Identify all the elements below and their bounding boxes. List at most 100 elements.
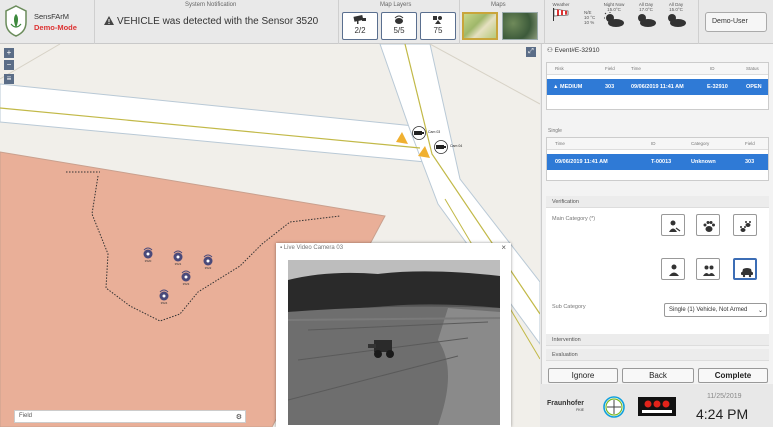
col-header: ID bbox=[651, 141, 656, 146]
camera-label: Cam 03 bbox=[428, 130, 441, 134]
user-menu-button[interactable]: Demo-User bbox=[705, 12, 767, 32]
group-icon bbox=[703, 265, 715, 276]
brand-name: SensFArM bbox=[34, 12, 70, 21]
sensor-label: 3522 bbox=[204, 266, 212, 270]
table-row[interactable]: ▲ MEDIUM 303 09/06/2019 11:41 AM E-32910… bbox=[547, 79, 768, 95]
category-group-button[interactable] bbox=[696, 258, 720, 280]
col-header: Time bbox=[555, 141, 565, 146]
category-person-button[interactable] bbox=[661, 258, 685, 280]
verification-section-header[interactable]: Verification bbox=[546, 196, 769, 208]
intervention-section-header[interactable]: Intervention bbox=[546, 334, 769, 346]
maps-title: Maps bbox=[491, 2, 506, 8]
fraunhofer-logo: Fraunhofer FKIE bbox=[547, 400, 584, 412]
sub-category-select[interactable]: Single (1) Vehicle, Not Armed ⌄ bbox=[664, 303, 767, 317]
camera-label: Cam 04 bbox=[450, 144, 463, 148]
category-animals-button[interactable] bbox=[696, 214, 720, 236]
category-multiple-animals-button[interactable] bbox=[733, 214, 757, 236]
sensor-marker[interactable]: 3523 bbox=[179, 269, 193, 286]
id-cell: T-00013 bbox=[651, 159, 672, 165]
car-icon bbox=[741, 268, 753, 278]
street-map-thumbnail[interactable] bbox=[462, 12, 498, 40]
sensor-marker[interactable]: 3520 bbox=[141, 246, 155, 263]
layers-control-button[interactable]: ≡ bbox=[4, 74, 14, 84]
divider bbox=[544, 0, 545, 44]
video-title-text: Live Video Camera 03 bbox=[283, 245, 344, 251]
sub-category-value: Single (1) Vehicle, Not Armed bbox=[669, 307, 748, 313]
sensor-label: 3520 bbox=[144, 259, 152, 263]
footer: Fraunhofer FKIE 11/25/2019 4:24 PM bbox=[541, 384, 773, 427]
risk-cell: ▲ MEDIUM bbox=[553, 84, 583, 90]
evaluation-section-header[interactable]: Evaluation bbox=[546, 349, 769, 361]
sensor-marker[interactable]: 3522 bbox=[201, 253, 215, 270]
video-frame-image bbox=[288, 260, 500, 425]
top-bar: SensFArM Demo-Mode System Notification V… bbox=[0, 0, 773, 44]
col-header: ID bbox=[710, 66, 715, 71]
camera-marker[interactable]: Cam 03 bbox=[410, 126, 440, 140]
event-id-text: Event#E-32910 bbox=[554, 47, 600, 54]
field-cell: 303 bbox=[605, 84, 615, 90]
forecast-col-2: All Day 17.0°C bbox=[634, 2, 658, 29]
weather-now-values: N/E 10 °C 10 % bbox=[584, 10, 595, 25]
satellite-map-thumbnail[interactable] bbox=[502, 12, 538, 40]
divider bbox=[459, 0, 460, 44]
event-layer-count: 75 bbox=[433, 26, 443, 35]
col-header: Risk bbox=[555, 66, 564, 71]
zoom-in-button[interactable]: + bbox=[4, 48, 14, 58]
live-video-window[interactable]: ▪ Live Video Camera 03 × bbox=[276, 243, 511, 427]
person-icon bbox=[669, 264, 679, 276]
map-search-input[interactable]: Field ⚙ bbox=[14, 410, 246, 423]
zoom-out-button[interactable]: − bbox=[4, 60, 14, 70]
status-cell: OPEN bbox=[746, 84, 762, 90]
minor-road bbox=[429, 44, 540, 105]
divider bbox=[698, 0, 699, 44]
verification-section: Main Category (*) Sub Category Single (1… bbox=[546, 208, 769, 334]
sensfarm-logo-icon bbox=[5, 5, 27, 37]
notification-text: VEHICLE was detected with the Sensor 352… bbox=[117, 16, 319, 27]
sensor-icon bbox=[181, 270, 191, 282]
id-cell: E-32910 bbox=[707, 84, 728, 90]
sensor-icon bbox=[173, 250, 183, 262]
complete-button[interactable]: Complete bbox=[698, 368, 768, 383]
weather-widget: Weather N/E 10 °C 10 % Night Now 15.0°C … bbox=[548, 2, 694, 42]
sensor-icon bbox=[394, 15, 404, 24]
camera-marker[interactable]: Cam 04 bbox=[432, 140, 462, 154]
single-table: Time ID Category Field 09/06/2019 11:41 … bbox=[546, 137, 769, 181]
table-header: Risk Field Time ID Status bbox=[547, 63, 768, 75]
single-label: Single bbox=[548, 128, 562, 134]
col-header: Field bbox=[605, 66, 615, 71]
partly-cloudy-icon bbox=[638, 14, 656, 27]
sensor-label: 3524 bbox=[160, 301, 168, 305]
category-person-armed-button[interactable] bbox=[661, 214, 685, 236]
sensor-icon bbox=[143, 247, 153, 259]
current-date: 11/25/2019 bbox=[707, 393, 742, 400]
forecast-col-3: All Day 15.0°C bbox=[664, 2, 688, 29]
sensor-marker[interactable]: 3524 bbox=[157, 288, 171, 305]
app-window: SensFArM Demo-Mode System Notification V… bbox=[0, 0, 773, 427]
ignore-button[interactable]: Ignore bbox=[548, 368, 618, 383]
category-vehicle-button[interactable] bbox=[733, 258, 757, 280]
col-header: Category bbox=[691, 141, 710, 146]
expand-icon[interactable]: ⤢ bbox=[526, 47, 536, 57]
back-button[interactable]: Back bbox=[622, 368, 694, 383]
event-panel: ⚇ Event#E-32910 Risk Field Time ID Statu… bbox=[541, 44, 773, 384]
camera-icon bbox=[353, 15, 366, 24]
time-cell: 09/06/2019 11:41 AM bbox=[555, 159, 608, 165]
sensor-layer-count: 5/5 bbox=[393, 26, 405, 35]
paws-icon bbox=[740, 221, 751, 232]
risk-value: MEDIUM bbox=[559, 84, 583, 90]
event-layer-button[interactable]: 75 bbox=[420, 12, 456, 40]
fraunhofer-sub: FKIE bbox=[576, 408, 584, 412]
video-stream bbox=[288, 260, 500, 425]
sensor-marker[interactable]: 3521 bbox=[171, 249, 185, 266]
camera-layer-button[interactable]: 2/2 bbox=[342, 12, 378, 40]
close-icon[interactable]: × bbox=[501, 243, 506, 252]
gear-icon[interactable]: ⚙ bbox=[236, 413, 242, 421]
sensor-icon bbox=[203, 254, 213, 266]
col-header: Status bbox=[746, 66, 759, 71]
table-row[interactable]: 09/06/2019 11:41 AM T-00013 Unknown 303 bbox=[547, 154, 768, 170]
event-layer-icon bbox=[433, 16, 442, 24]
category-cell: Unknown bbox=[691, 159, 716, 165]
live-video-title: ▪ Live Video Camera 03 bbox=[280, 245, 344, 251]
weather-now: Weather bbox=[552, 2, 570, 22]
sensor-layer-button[interactable]: 5/5 bbox=[381, 12, 417, 40]
